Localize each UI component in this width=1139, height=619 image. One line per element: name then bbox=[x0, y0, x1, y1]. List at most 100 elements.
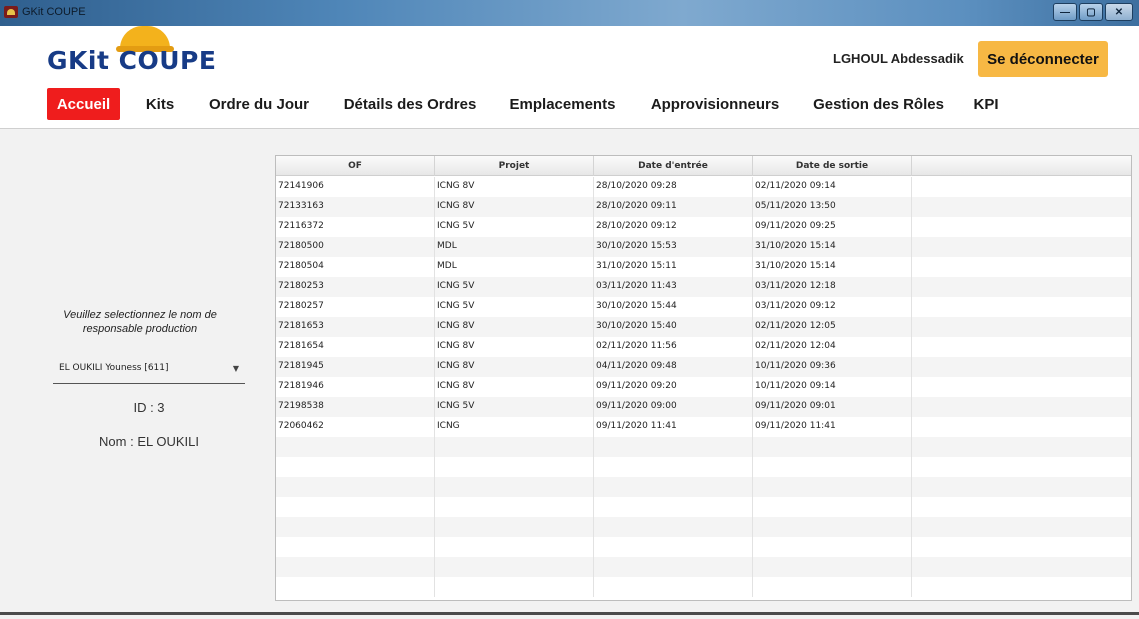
current-user: LGHOUL Abdessadik bbox=[833, 51, 964, 66]
table-cell: 72116372 bbox=[276, 217, 435, 237]
table-row[interactable]: 72141906 ICNG 8V 28/10/2020 09:28 02/11/202… bbox=[276, 177, 1131, 197]
nav-details-des-ordres[interactable]: Détails des Ordres bbox=[340, 88, 480, 120]
nav-ordre-du-jour[interactable]: Ordre du Jour bbox=[205, 88, 313, 120]
left-panel: Veuillez selectionnez le nom de responsa… bbox=[0, 130, 272, 610]
table-cell: ICNG bbox=[435, 417, 594, 437]
table-cell: 09/11/2020 09:00 bbox=[594, 397, 753, 417]
table-row[interactable]: 72180504 MDL 31/10/2020 15:11 31/10/2020 15… bbox=[276, 257, 1131, 277]
table-cell: 28/10/2020 09:11 bbox=[594, 197, 753, 217]
table-cell bbox=[276, 477, 435, 497]
table-cell: MDL bbox=[435, 257, 594, 277]
table-cell: 03/11/2020 09:12 bbox=[753, 297, 912, 317]
app-icon bbox=[4, 6, 18, 18]
nav-emplacements[interactable]: Emplacements bbox=[505, 88, 620, 120]
table-cell: 03/11/2020 11:43 bbox=[594, 277, 753, 297]
table-row-empty[interactable] bbox=[276, 477, 1131, 497]
table-cell: 09/11/2020 09:20 bbox=[594, 377, 753, 397]
main-nav: Accueil Kits Ordre du Jour Détails des O… bbox=[0, 88, 1139, 120]
close-button[interactable]: ✕ bbox=[1105, 3, 1133, 21]
table-cell bbox=[594, 457, 753, 477]
table-cell bbox=[435, 477, 594, 497]
table-cell: 72181945 bbox=[276, 357, 435, 377]
orders-table: OF Projet Date d'entrée Date de sortie 7… bbox=[275, 155, 1132, 601]
table-row-empty[interactable] bbox=[276, 457, 1131, 477]
nav-accueil[interactable]: Accueil bbox=[47, 88, 120, 120]
table-cell bbox=[912, 237, 1131, 257]
responsable-select[interactable]: EL OUKILI Youness [611] ▼ bbox=[53, 356, 245, 384]
table-cell: ICNG 8V bbox=[435, 197, 594, 217]
table-cell: ICNG 5V bbox=[435, 397, 594, 417]
title-bar[interactable]: GKit COUPE — ▢ ✕ bbox=[0, 0, 1139, 26]
responsable-name: Nom : EL OUKILI bbox=[99, 434, 199, 449]
column-header-date-entree[interactable]: Date d'entrée bbox=[594, 156, 753, 176]
table-row[interactable]: 72180257 ICNG 5V 30/10/2020 15:44 03/11/202… bbox=[276, 297, 1131, 317]
column-header-date-sortie[interactable]: Date de sortie bbox=[753, 156, 912, 176]
table-cell: 72180257 bbox=[276, 297, 435, 317]
table-cell bbox=[435, 537, 594, 557]
table-row-empty[interactable] bbox=[276, 497, 1131, 517]
table-cell: 05/11/2020 13:50 bbox=[753, 197, 912, 217]
table-cell bbox=[276, 497, 435, 517]
column-header-filler bbox=[912, 156, 1131, 176]
table-row-empty[interactable] bbox=[276, 577, 1131, 597]
table-cell bbox=[912, 437, 1131, 457]
table-cell bbox=[912, 257, 1131, 277]
responsable-prompt: Veuillez selectionnez le nom de responsa… bbox=[63, 309, 217, 335]
chevron-down-icon[interactable]: ▼ bbox=[233, 364, 239, 373]
responsable-select-value: EL OUKILI Youness [611] bbox=[59, 363, 169, 373]
table-cell bbox=[912, 297, 1131, 317]
table-cell bbox=[912, 317, 1131, 337]
table-row-empty[interactable] bbox=[276, 557, 1131, 577]
table-row[interactable]: 72181945 ICNG 8V 04/11/2020 09:48 10/11/202… bbox=[276, 357, 1131, 377]
app-logo: GKit COUPE bbox=[47, 46, 217, 75]
nav-kits[interactable]: Kits bbox=[140, 88, 180, 120]
maximize-button[interactable]: ▢ bbox=[1079, 3, 1103, 21]
table-row[interactable]: 72198538 ICNG 5V 09/11/2020 09:00 09/11/202… bbox=[276, 397, 1131, 417]
table-row[interactable]: 72133163 ICNG 8V 28/10/2020 09:11 05/11/202… bbox=[276, 197, 1131, 217]
table-cell bbox=[912, 397, 1131, 417]
table-cell bbox=[594, 517, 753, 537]
table-row[interactable]: 72116372 ICNG 5V 28/10/2020 09:12 09/11/202… bbox=[276, 217, 1131, 237]
table-cell: 02/11/2020 12:04 bbox=[753, 337, 912, 357]
table-cell bbox=[912, 577, 1131, 597]
table-cell bbox=[276, 537, 435, 557]
table-cell bbox=[912, 497, 1131, 517]
table-cell bbox=[435, 457, 594, 477]
table-cell: 72133163 bbox=[276, 197, 435, 217]
table-cell: ICNG 5V bbox=[435, 217, 594, 237]
table-cell: 10/11/2020 09:36 bbox=[753, 357, 912, 377]
table-row-empty[interactable] bbox=[276, 537, 1131, 557]
table-row-empty[interactable] bbox=[276, 517, 1131, 537]
table-cell bbox=[912, 217, 1131, 237]
table-row[interactable]: 72181946 ICNG 8V 09/11/2020 09:20 10/11/202… bbox=[276, 377, 1131, 397]
table-row[interactable]: 72181653 ICNG 8V 30/10/2020 15:40 02/11/202… bbox=[276, 317, 1131, 337]
table-cell bbox=[753, 517, 912, 537]
table-cell bbox=[435, 497, 594, 517]
table-cell: 02/11/2020 11:56 bbox=[594, 337, 753, 357]
nav-approvisionneurs[interactable]: Approvisionneurs bbox=[645, 88, 785, 120]
nav-kpi[interactable]: KPI bbox=[968, 88, 1004, 120]
table-cell: 28/10/2020 09:12 bbox=[594, 217, 753, 237]
table-cell bbox=[753, 537, 912, 557]
table-cell bbox=[594, 497, 753, 517]
table-row[interactable]: 72181654 ICNG 8V 02/11/2020 11:56 02/11/202… bbox=[276, 337, 1131, 357]
table-cell bbox=[912, 517, 1131, 537]
table-cell bbox=[276, 557, 435, 577]
logout-button[interactable]: Se déconnecter bbox=[978, 41, 1108, 77]
table-cell: MDL bbox=[435, 237, 594, 257]
nav-gestion-des-roles[interactable]: Gestion des Rôles bbox=[806, 88, 951, 120]
table-cell: 31/10/2020 15:14 bbox=[753, 257, 912, 277]
table-cell: ICNG 5V bbox=[435, 297, 594, 317]
table-row[interactable]: 72060462 ICNG 09/11/2020 11:41 09/11/2020 1… bbox=[276, 417, 1131, 437]
table-cell: 72198538 bbox=[276, 397, 435, 417]
table-cell: 72180500 bbox=[276, 237, 435, 257]
table-row-empty[interactable] bbox=[276, 437, 1131, 457]
table-cell bbox=[912, 177, 1131, 197]
table-row[interactable]: 72180253 ICNG 5V 03/11/2020 11:43 03/11/202… bbox=[276, 277, 1131, 297]
table-cell: 72180504 bbox=[276, 257, 435, 277]
minimize-button[interactable]: — bbox=[1053, 3, 1077, 21]
table-row[interactable]: 72180500 MDL 30/10/2020 15:53 31/10/2020 15… bbox=[276, 237, 1131, 257]
column-header-of[interactable]: OF bbox=[276, 156, 435, 176]
table-cell: 72141906 bbox=[276, 177, 435, 197]
column-header-projet[interactable]: Projet bbox=[435, 156, 594, 176]
